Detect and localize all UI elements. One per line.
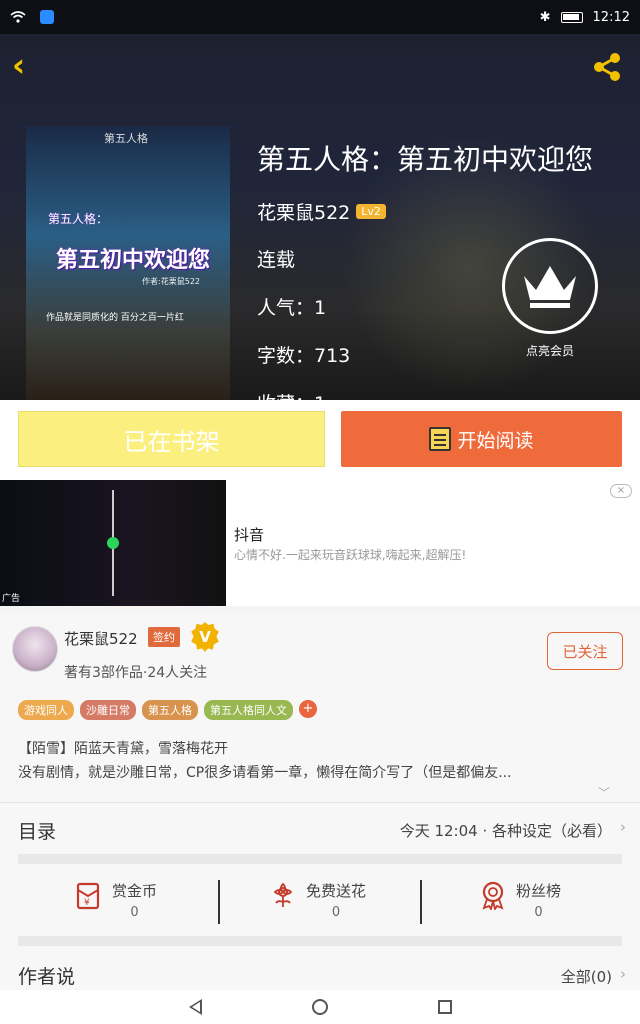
vip-label: 点亮会员 bbox=[525, 344, 574, 358]
author-says-all: 全部(0) bbox=[560, 968, 612, 986]
red-envelope-icon: ¥ bbox=[76, 882, 100, 910]
reward-value: 0 bbox=[534, 905, 543, 920]
chevron-right-icon: › bbox=[620, 965, 626, 983]
book-header: ‹ 第五人格 第五人格： 第五初中欢迎您 作者:花栗鼠522 作品就是同质化的 … bbox=[0, 34, 640, 400]
share-icon[interactable] bbox=[590, 50, 624, 84]
tag-chip[interactable]: 游戏同人 bbox=[18, 700, 74, 720]
signed-badge: 签约 bbox=[148, 627, 180, 647]
reward-value: 0 bbox=[130, 905, 139, 920]
nav-home-icon[interactable] bbox=[311, 999, 328, 1015]
tag-chip[interactable]: 第五人格同人文 bbox=[204, 700, 293, 720]
fan-rank-button[interactable]: 粉丝榜 0 bbox=[478, 880, 628, 920]
book-title: 第五人格：第五初中欢迎您 bbox=[257, 143, 594, 176]
status-time: 12:12 bbox=[592, 9, 630, 25]
send-flower-button[interactable]: 免费送花 0 bbox=[268, 880, 418, 920]
verified-v-badge: V bbox=[191, 622, 219, 652]
wifi-icon bbox=[10, 11, 26, 23]
divider bbox=[218, 880, 220, 924]
book-icon bbox=[429, 427, 452, 451]
author-stats: 著有3部作品·24人关注 bbox=[64, 665, 208, 681]
divider bbox=[420, 880, 422, 924]
ad-video[interactable]: 广告 bbox=[0, 480, 226, 606]
battery-icon bbox=[560, 11, 583, 23]
system-nav-bar bbox=[0, 990, 640, 1024]
author-says-label: 作者说 bbox=[18, 966, 76, 988]
action-bar: 已在书架 开始阅读 bbox=[0, 400, 640, 480]
divider bbox=[18, 936, 622, 946]
author-name[interactable]: 花栗鼠522 bbox=[64, 628, 138, 649]
add-tag-button[interactable]: + bbox=[299, 700, 317, 718]
medal-icon bbox=[482, 881, 504, 910]
cover-line1: 第五人格： bbox=[48, 212, 109, 226]
toc-latest-chapter: 今天 12:04 · 各种设定（必看） bbox=[399, 822, 612, 840]
app-notification-icon bbox=[40, 10, 54, 24]
ad-banner[interactable]: 广告 抖音 心情不好.一起来玩音跃球球,嗨起来,超解压! × bbox=[0, 480, 640, 606]
ad-description: 心情不好.一起来玩音跃球球,嗨起来,超解压! bbox=[234, 548, 467, 562]
crown-icon bbox=[524, 266, 576, 308]
description-line-2: 没有剧情，就是沙雕日常，CP很多请看第一章，懒得在简介写了（但是都偏友... bbox=[18, 765, 512, 781]
description-line-1: 【陌雪】陌蓝天青黛，雪落梅花开 bbox=[18, 741, 228, 757]
divider bbox=[18, 854, 622, 864]
chevron-right-icon: › bbox=[620, 818, 626, 836]
book-cover[interactable]: 第五人格 第五人格： 第五初中欢迎您 作者:花栗鼠522 作品就是同质化的 百分… bbox=[26, 126, 230, 400]
tag-chip[interactable]: 沙雕日常 bbox=[80, 700, 136, 720]
flower-icon bbox=[273, 882, 293, 907]
toc-label: 目录 bbox=[18, 821, 57, 843]
reward-label: 赏金币 bbox=[112, 882, 158, 900]
table-of-contents-row[interactable]: 目录 今天 12:04 · 各种设定（必看） › bbox=[0, 802, 640, 854]
tag-list: 游戏同人 沙雕日常 第五人格 第五人格同人文 + bbox=[18, 700, 317, 720]
cover-top-text: 第五人格 bbox=[104, 132, 148, 145]
book-favorites: 收藏：1 bbox=[257, 389, 593, 400]
status-bar: ✱ 12:12 bbox=[0, 0, 640, 34]
vip-button[interactable]: 点亮会员 bbox=[500, 238, 600, 359]
ad-close-icon[interactable]: × bbox=[610, 484, 632, 498]
ad-ball-icon bbox=[107, 537, 119, 549]
cover-title: 第五初中欢迎您 bbox=[56, 248, 211, 273]
in-shelf-button[interactable]: 已在书架 bbox=[18, 411, 325, 467]
followed-button[interactable]: 已关注 bbox=[547, 632, 623, 670]
start-reading-label: 开始阅读 bbox=[457, 429, 534, 452]
reward-label: 粉丝榜 bbox=[516, 882, 562, 900]
back-icon[interactable]: ‹ bbox=[12, 49, 42, 81]
avatar[interactable] bbox=[12, 626, 58, 672]
level-badge: Lv2 bbox=[356, 204, 386, 219]
expand-chevron-icon[interactable]: ﹀ bbox=[598, 784, 610, 801]
bluetooth-icon: ✱ bbox=[539, 9, 551, 25]
ad-title: 抖音 bbox=[234, 526, 265, 544]
start-reading-button[interactable]: 开始阅读 bbox=[341, 411, 622, 467]
nav-back-icon[interactable] bbox=[188, 999, 202, 1015]
author-section: 花栗鼠522 签约 V 著有3部作品·24人关注 已关注 游戏同人 沙雕日常 第… bbox=[0, 614, 640, 1014]
svg-text:¥: ¥ bbox=[84, 898, 90, 908]
cover-author: 作者:花栗鼠522 bbox=[142, 277, 200, 286]
reward-value: 0 bbox=[331, 905, 341, 920]
reward-label: 免费送花 bbox=[306, 882, 367, 900]
reward-coin-button[interactable]: ¥ 赏金币 0 bbox=[74, 880, 224, 920]
ad-tag: 广告 bbox=[2, 594, 21, 604]
nav-recent-apps-icon[interactable] bbox=[437, 1000, 452, 1014]
book-author[interactable]: 花栗鼠522 bbox=[257, 198, 350, 225]
cover-footer: 作品就是同质化的 百分之百一片红 bbox=[46, 313, 184, 323]
tag-chip[interactable]: 第五人格 bbox=[142, 700, 198, 720]
